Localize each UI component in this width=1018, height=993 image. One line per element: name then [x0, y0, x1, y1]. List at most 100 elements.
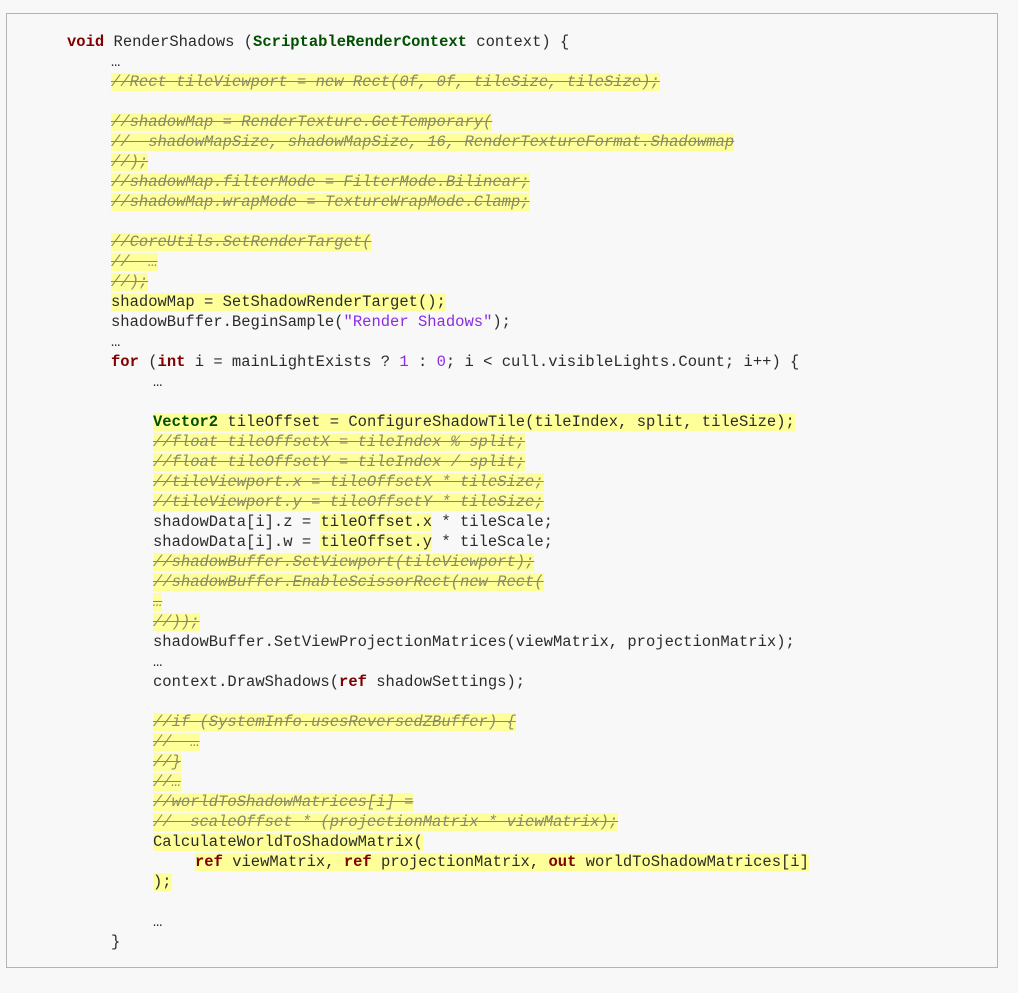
code-token: for [111, 353, 139, 371]
code-line: // … [153, 732, 200, 752]
code-token: int [157, 353, 186, 371]
code-token: void [67, 33, 105, 51]
code-line: //worldToShadowMatrices[i] = [153, 792, 414, 812]
code-token: context) { [466, 33, 570, 51]
code-token: //float tileOffsetY = tileIndex / split; [153, 453, 526, 471]
code-token: shadowData[i].w = [153, 533, 321, 551]
code-token: : [408, 353, 437, 371]
code-line: ); [153, 872, 172, 892]
code-token: ); [153, 873, 172, 891]
code-line: //… [153, 772, 181, 792]
code-token: //shadowMap.wrapMode = TextureWrapMode.C… [111, 193, 530, 211]
code-line: //float tileOffsetY = tileIndex / split; [153, 452, 526, 472]
code-token: //); [111, 273, 149, 291]
code-token: ref [195, 853, 223, 871]
code-token: tileOffset.y [320, 533, 433, 551]
code-token: 0 [436, 353, 446, 371]
code-token: "Render Shadows" [343, 313, 493, 331]
code-token: Vector2 [153, 413, 219, 431]
code-line: //shadowBuffer.SetViewport(tileViewport)… [153, 552, 535, 572]
code-token: //… [153, 773, 181, 791]
code-listing: void RenderShadows (ScriptableRenderCont… [6, 13, 998, 968]
code-line: //)); [153, 612, 200, 632]
code-line: shadowMap = SetShadowRenderTarget(); [111, 292, 446, 312]
code-token: tileOffset.x [320, 513, 433, 531]
code-line: for (int i = mainLightExists ? 1 : 0; i … [111, 352, 799, 372]
code-line: context.DrawShadows(ref shadowSettings); [153, 672, 525, 692]
code-token: shadowBuffer.SetViewProjectionMatrices(v… [153, 633, 795, 651]
code-token: context.DrawShadows( [153, 673, 340, 691]
code-token: //shadowMap = RenderTexture.GetTemporary… [111, 113, 493, 131]
code-line: void RenderShadows (ScriptableRenderCont… [67, 32, 569, 52]
code-token: projectionMatrix, [371, 853, 549, 871]
code-line: … [153, 372, 162, 392]
code-token: // scaleOffset * (projectionMatrix * vie… [153, 813, 619, 831]
code-token: //)); [153, 613, 200, 631]
code-line: //shadowMap.wrapMode = TextureWrapMode.C… [111, 192, 530, 212]
code-token: //Rect tileViewport = new Rect(0f, 0f, t… [111, 73, 660, 91]
code-token: ( [138, 353, 158, 371]
code-token: ref [339, 673, 367, 691]
code-line: … [153, 912, 162, 932]
code-line: //); [111, 272, 149, 292]
code-token: … [111, 53, 121, 71]
code-line: // … [111, 252, 158, 272]
code-token: //shadowBuffer.SetViewport(tileViewport)… [153, 553, 535, 571]
code-line: //shadowMap.filterMode = FilterMode.Bili… [111, 172, 530, 192]
code-token: //float tileOffsetX = tileIndex % split; [153, 433, 526, 451]
code-line: //tileViewport.x = tileOffsetX * tileSiz… [153, 472, 544, 492]
code-line: //shadowMap = RenderTexture.GetTemporary… [111, 112, 493, 132]
code-line: Vector2 tileOffset = ConfigureShadowTile… [153, 412, 795, 432]
code-token: CalculateWorldToShadowMatrix( [153, 833, 423, 851]
code-token: //shadowBuffer.EnableScissorRect(new Rec… [153, 573, 544, 591]
code-token: out [548, 853, 577, 871]
code-token: ref [343, 853, 372, 871]
code-token: // … [153, 733, 200, 751]
code-token: ScriptableRenderContext [253, 33, 467, 51]
code-line: //shadowBuffer.EnableScissorRect(new Rec… [153, 572, 544, 592]
code-token: viewMatrix, [222, 853, 344, 871]
code-line: shadowData[i].z = tileOffset.x * tileSca… [153, 512, 553, 532]
code-line: … [153, 592, 163, 612]
code-token: // … [111, 253, 158, 271]
code-line: … [153, 652, 162, 672]
code-token: //if (SystemInfo.usesReversedZBuffer) { [153, 713, 516, 731]
code-token: i = mainLightExists ? [185, 353, 400, 371]
code-token: * tileScale; [432, 533, 553, 551]
code-line: … [111, 332, 120, 352]
code-token: shadowSettings); [366, 673, 526, 691]
code-line: //float tileOffsetX = tileIndex % split; [153, 432, 526, 452]
code-token: ; i < cull.visibleLights.Count; i++) { [445, 353, 800, 371]
code-token: //tileViewport.y = tileOffsetY * tileSiz… [153, 493, 544, 511]
code-token: } [111, 933, 121, 951]
code-line: // shadowMapSize, shadowMapSize, 16, Ren… [111, 132, 735, 152]
code-token: … [111, 333, 121, 351]
code-line: shadowBuffer.BeginSample("Render Shadows… [111, 312, 511, 332]
code-token: //tileViewport.x = tileOffsetX * tileSiz… [153, 473, 544, 491]
code-line: //tileViewport.y = tileOffsetY * tileSiz… [153, 492, 544, 512]
code-token: //worldToShadowMatrices[i] = [153, 793, 414, 811]
code-token: worldToShadowMatrices[i] [576, 853, 809, 871]
code-line: ref viewMatrix, ref projectionMatrix, ou… [195, 852, 809, 872]
code-line: } [111, 932, 120, 952]
code-token: shadowMap = SetShadowRenderTarget(); [111, 293, 446, 311]
code-token: // shadowMapSize, shadowMapSize, 16, Ren… [111, 133, 735, 151]
code-line: shadowData[i].w = tileOffset.y * tileSca… [153, 532, 553, 552]
code-line: //); [111, 152, 149, 172]
code-token: ); [492, 313, 511, 331]
code-token: //} [153, 753, 181, 771]
code-token: //); [111, 153, 149, 171]
code-token: … [153, 593, 163, 611]
code-line: shadowBuffer.SetViewProjectionMatrices(v… [153, 632, 795, 652]
code-token: … [153, 373, 163, 391]
code-token: * tileScale; [432, 513, 553, 531]
code-token: 1 [399, 353, 409, 371]
code-token: … [153, 913, 163, 931]
code-token: shadowData[i].z = [153, 513, 321, 531]
code-token: //shadowMap.filterMode = FilterMode.Bili… [111, 173, 530, 191]
code-line: CalculateWorldToShadowMatrix( [153, 832, 423, 852]
code-token: shadowBuffer.BeginSample( [111, 313, 344, 331]
code-line: //CoreUtils.SetRenderTarget( [111, 232, 372, 252]
code-token: … [153, 653, 163, 671]
code-token: //CoreUtils.SetRenderTarget( [111, 233, 372, 251]
